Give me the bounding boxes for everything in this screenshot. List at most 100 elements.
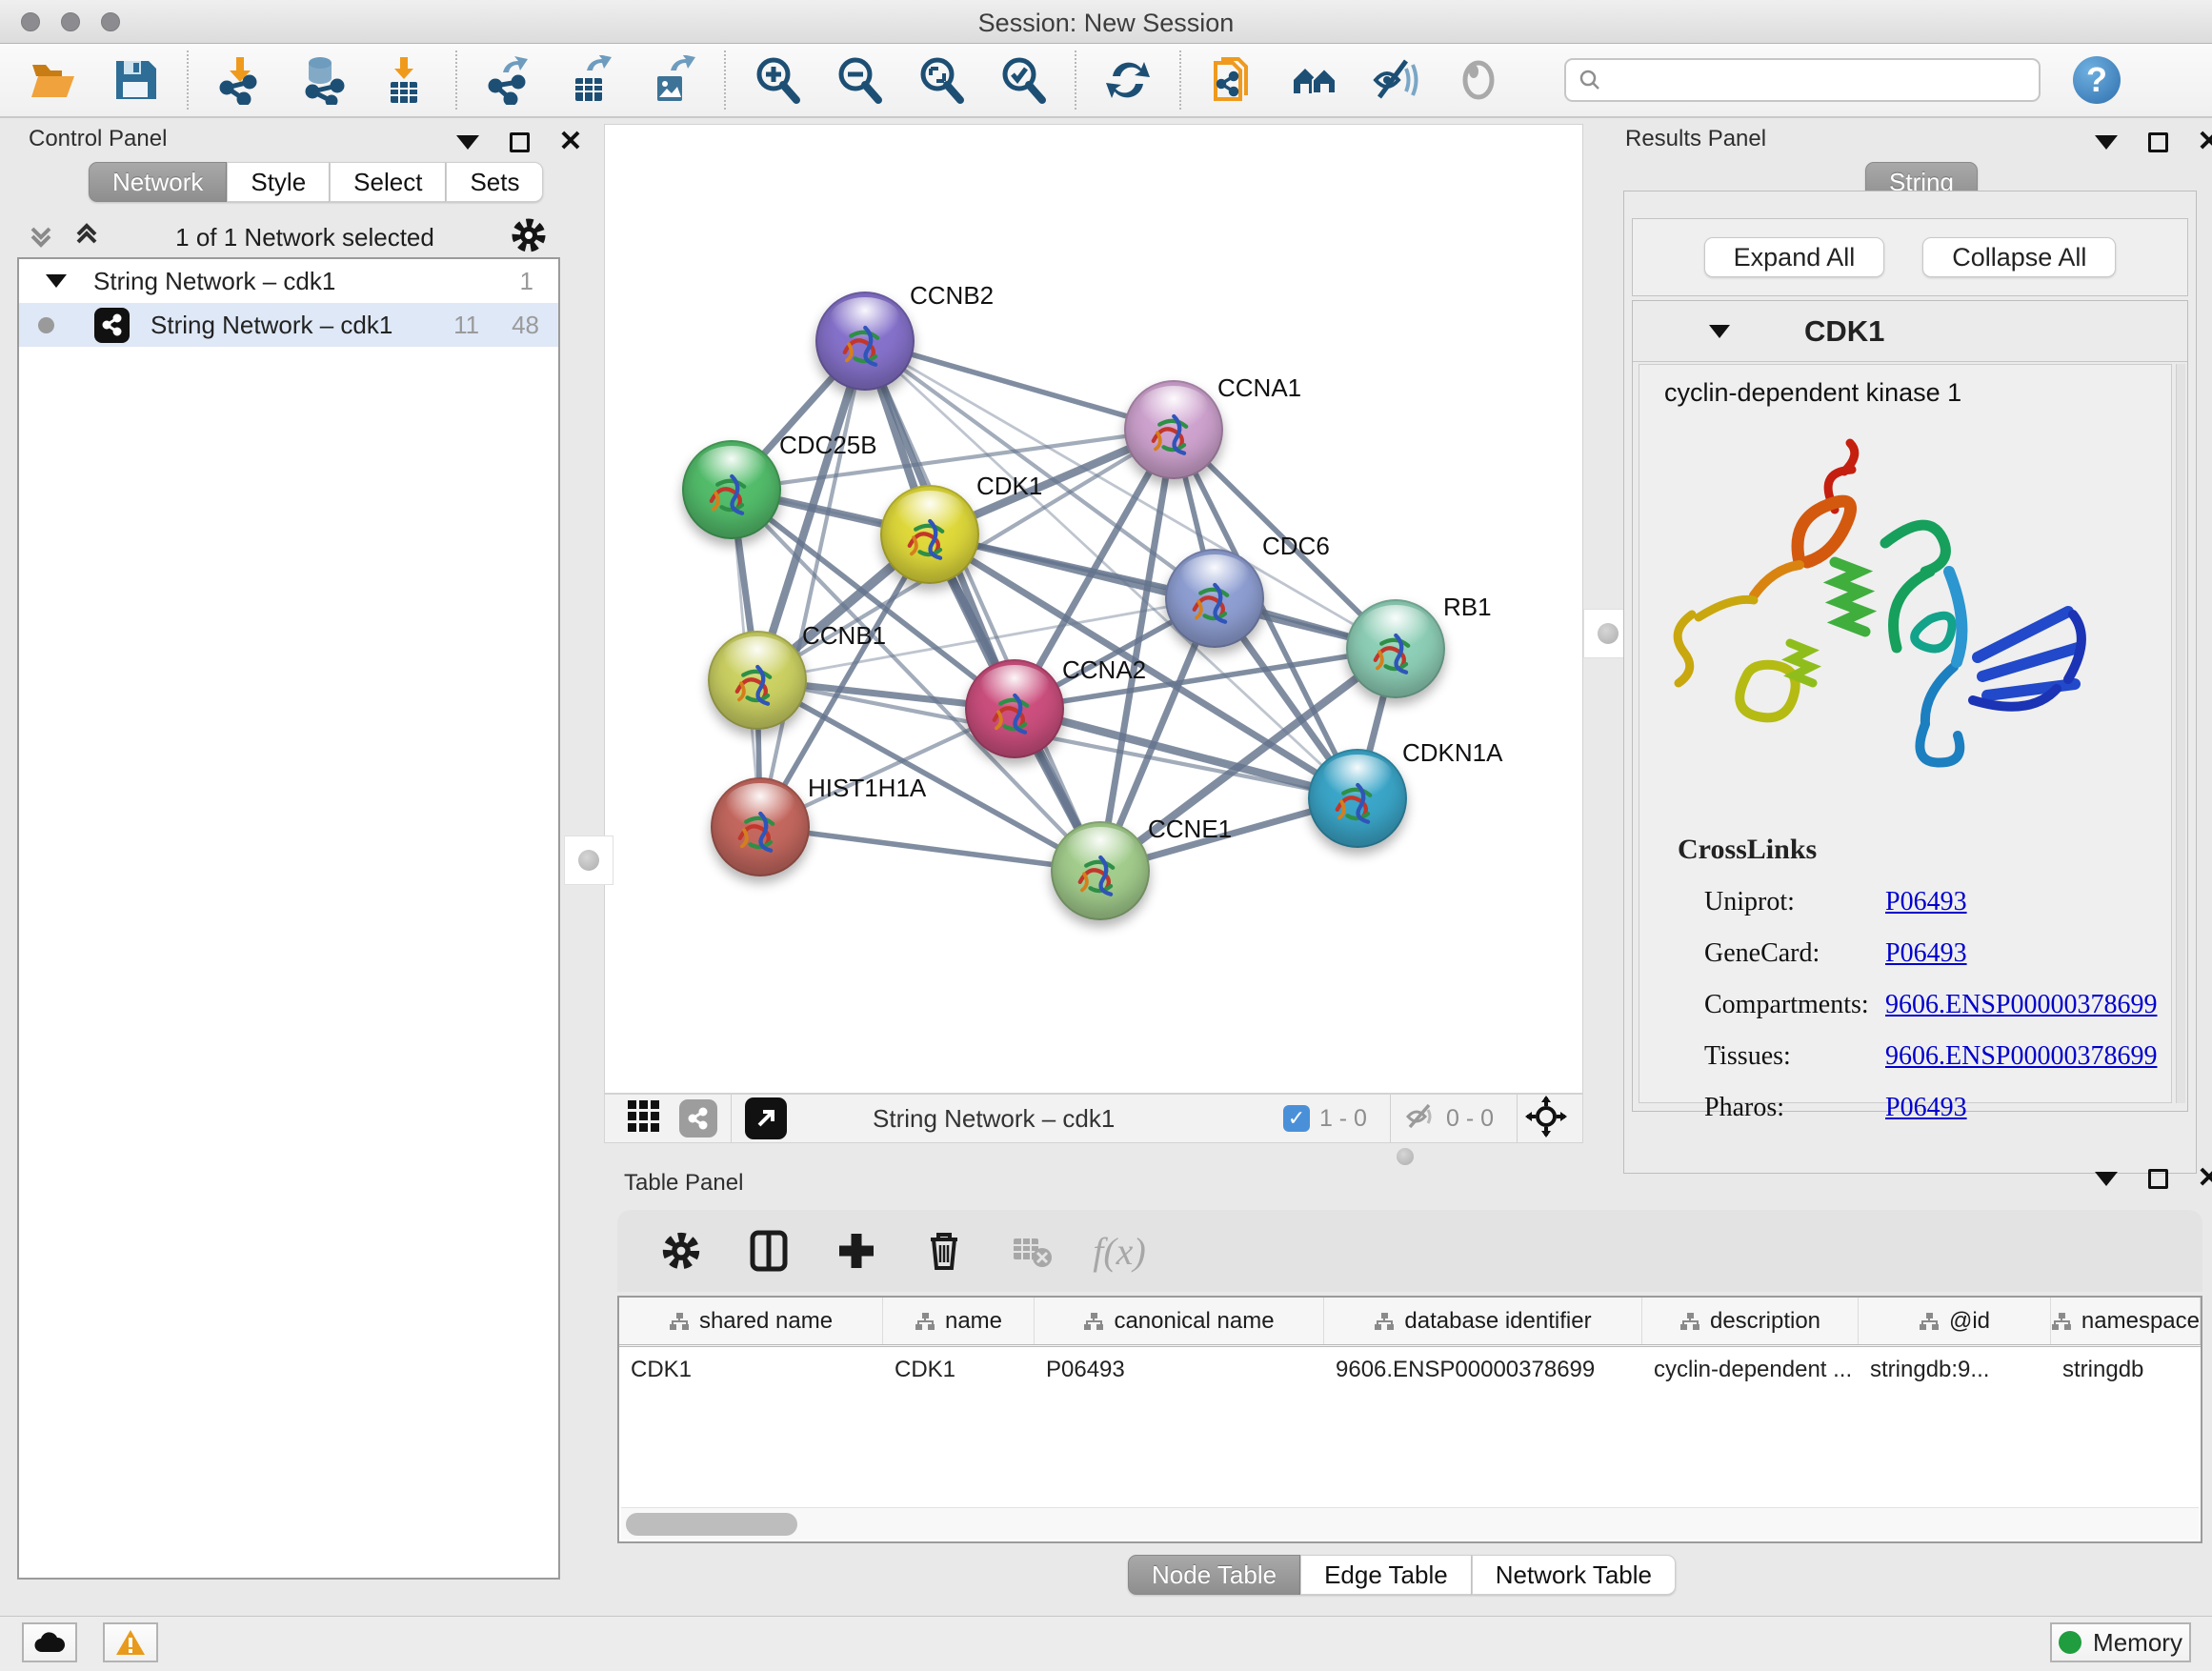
tab-node-table[interactable]: Node Table <box>1128 1555 1300 1595</box>
results-panel-float-icon[interactable] <box>2145 130 2170 154</box>
crosslink-link[interactable]: P06493 <box>1885 887 1967 917</box>
table-cell[interactable]: stringdb <box>2051 1347 2201 1393</box>
zoom-fit-icon[interactable] <box>915 53 968 107</box>
column-header-name[interactable]: name <box>883 1298 1035 1344</box>
collection-expand-icon[interactable] <box>46 274 67 288</box>
highlight-eye-icon[interactable] <box>1452 53 1505 107</box>
node-CDKN1A[interactable] <box>1308 749 1407 848</box>
cloud-button[interactable] <box>22 1622 77 1662</box>
bottom-splitter-handle[interactable] <box>1380 1143 1430 1170</box>
node-CCNE1[interactable] <box>1051 821 1150 920</box>
hidden-items-icon[interactable] <box>1404 1100 1437 1137</box>
open-file-icon[interactable] <box>27 53 80 107</box>
search-input[interactable] <box>1610 67 2039 93</box>
zoom-selected-icon[interactable] <box>996 53 1050 107</box>
tab-network-table[interactable]: Network Table <box>1472 1555 1676 1595</box>
table-cell[interactable]: P06493 <box>1035 1347 1324 1393</box>
network-collection-row[interactable]: String Network – cdk1 1 <box>19 259 558 303</box>
tab-sets[interactable]: Sets <box>446 162 543 202</box>
tab-edge-table[interactable]: Edge Table <box>1300 1555 1472 1595</box>
import-network-from-database-icon[interactable] <box>295 53 349 107</box>
node-CCNA1[interactable] <box>1124 380 1223 479</box>
node-CDC25B[interactable] <box>682 440 781 539</box>
expand-all-networks-icon[interactable] <box>27 221 55 254</box>
network-share-icon[interactable] <box>679 1099 717 1137</box>
table-row[interactable]: CDK1CDK1P064939606.ENSP00000378699cyclin… <box>619 1347 2201 1393</box>
export-image-icon[interactable] <box>646 53 699 107</box>
selected-nodes-checkbox[interactable]: ✓ <box>1283 1105 1310 1132</box>
results-panel-menu-icon[interactable] <box>2094 130 2119 154</box>
table-panel-float-icon[interactable] <box>2145 1166 2170 1191</box>
crosslink-link[interactable]: 9606.ENSP00000378699 <box>1885 1041 2157 1072</box>
tab-network[interactable]: Network <box>89 162 227 202</box>
node-HIST1H1A[interactable] <box>711 777 810 876</box>
network-canvas[interactable]: CCNB2CCNA1CDC25BCDK1CDC6RB1CCNB1CCNA2CDK… <box>604 124 1583 1094</box>
table-cell[interactable]: stringdb:9... <box>1859 1347 2051 1393</box>
refresh-icon[interactable] <box>1101 53 1155 107</box>
delete-column-icon[interactable] <box>920 1227 968 1275</box>
table-cell[interactable]: 9606.ENSP00000378699 <box>1324 1347 1642 1393</box>
function-builder-icon[interactable]: f(x) <box>1096 1227 1143 1275</box>
results-scrollbar[interactable] <box>2176 364 2185 1103</box>
node-RB1[interactable] <box>1346 599 1445 698</box>
results-panel-close-icon[interactable]: ✕ <box>2197 130 2212 154</box>
table-panel-close-icon[interactable]: ✕ <box>2197 1166 2212 1191</box>
add-column-icon[interactable] <box>833 1227 880 1275</box>
crosslink-link[interactable]: P06493 <box>1885 938 1967 969</box>
zoom-in-icon[interactable] <box>751 53 804 107</box>
save-session-icon[interactable] <box>109 53 162 107</box>
control-panel-menu-icon[interactable] <box>455 130 480 154</box>
node-CDK1[interactable] <box>880 485 979 584</box>
export-network-icon[interactable] <box>482 53 535 107</box>
memory-button[interactable]: Memory <box>2050 1622 2191 1662</box>
collapse-all-networks-icon[interactable] <box>72 221 101 254</box>
crosslink-link[interactable]: 9606.ENSP00000378699 <box>1885 990 2157 1020</box>
table-hscrollbar[interactable] <box>621 1507 2199 1540</box>
control-panel-float-icon[interactable] <box>507 130 532 154</box>
node-CCNA2[interactable] <box>965 659 1064 758</box>
share-file-icon[interactable] <box>1206 53 1259 107</box>
show-hide-eye-icon[interactable] <box>1370 53 1423 107</box>
export-table-icon[interactable] <box>564 53 617 107</box>
column-header-namespace[interactable]: namespace <box>2051 1298 2201 1344</box>
table-cell[interactable]: CDK1 <box>619 1347 883 1393</box>
delete-table-icon[interactable] <box>1008 1227 1056 1275</box>
control-panel-close-icon[interactable]: ✕ <box>558 130 583 154</box>
node-section-header[interactable]: CDK1 <box>1633 301 2187 362</box>
search-icon <box>1578 68 1602 92</box>
birdseye-houses-icon[interactable] <box>1288 53 1341 107</box>
import-network-icon[interactable] <box>213 53 267 107</box>
node-label-CDC25B: CDC25B <box>779 431 877 460</box>
network-options-gear-icon[interactable] <box>509 215 549 260</box>
import-table-icon[interactable] <box>377 53 431 107</box>
hscrollbar-thumb[interactable] <box>626 1513 797 1536</box>
network-row[interactable]: String Network – cdk1 11 48 <box>19 303 558 347</box>
help-button[interactable]: ? <box>2073 56 2121 104</box>
crosslink-link[interactable]: P06493 <box>1885 1093 1967 1123</box>
detach-view-icon[interactable] <box>745 1097 787 1139</box>
column-header-shared-name[interactable]: shared name <box>619 1298 883 1344</box>
tab-style[interactable]: Style <box>227 162 330 202</box>
zoom-out-icon[interactable] <box>833 53 886 107</box>
birdseye-toggle-icon[interactable] <box>1525 1096 1567 1142</box>
node-CDC6[interactable] <box>1165 549 1264 648</box>
column-header-database-identifier[interactable]: database identifier <box>1324 1298 1642 1344</box>
table-settings-gear-icon[interactable] <box>657 1227 705 1275</box>
column-header-canonical-name[interactable]: canonical name <box>1035 1298 1324 1344</box>
warnings-button[interactable] <box>103 1622 158 1662</box>
table-cell[interactable]: CDK1 <box>883 1347 1035 1393</box>
left-splitter-handle[interactable] <box>564 836 613 885</box>
node-CCNB2[interactable] <box>815 292 915 391</box>
expand-all-button[interactable]: Expand All <box>1704 237 1885 277</box>
section-collapse-icon[interactable] <box>1709 325 1730 338</box>
table-panel-menu-icon[interactable] <box>2094 1166 2119 1191</box>
show-columns-icon[interactable] <box>745 1227 793 1275</box>
grid-view-icon[interactable] <box>626 1098 662 1139</box>
collapse-all-button[interactable]: Collapse All <box>1922 237 2116 277</box>
memory-label: Memory <box>2093 1628 2182 1658</box>
tab-select[interactable]: Select <box>330 162 446 202</box>
table-cell[interactable]: cyclin-dependent ... <box>1642 1347 1859 1393</box>
column-header-description[interactable]: description <box>1642 1298 1859 1344</box>
node-CCNB1[interactable] <box>708 631 807 730</box>
column-header-@id[interactable]: @id <box>1859 1298 2051 1344</box>
